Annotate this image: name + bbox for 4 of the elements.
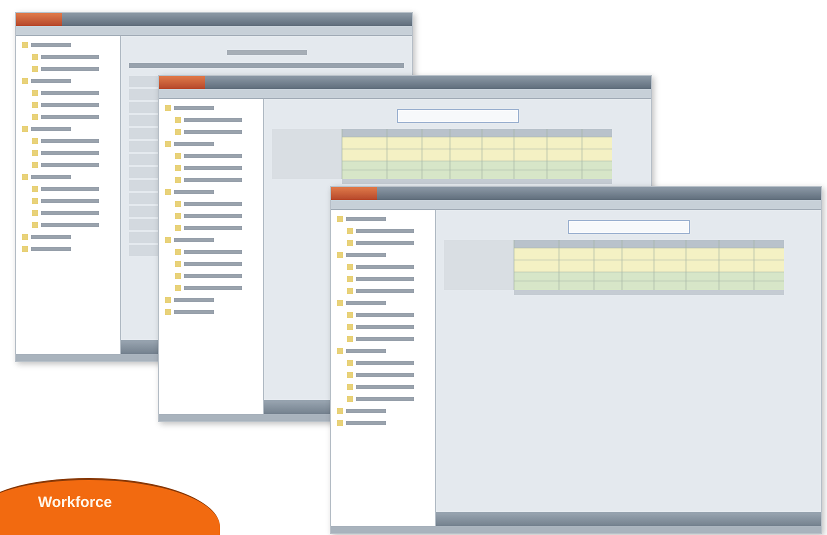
logo-icon [159,76,205,89]
logo-icon [16,13,62,26]
logo-icon [331,187,377,200]
badge-label: Workforce [38,494,112,512]
